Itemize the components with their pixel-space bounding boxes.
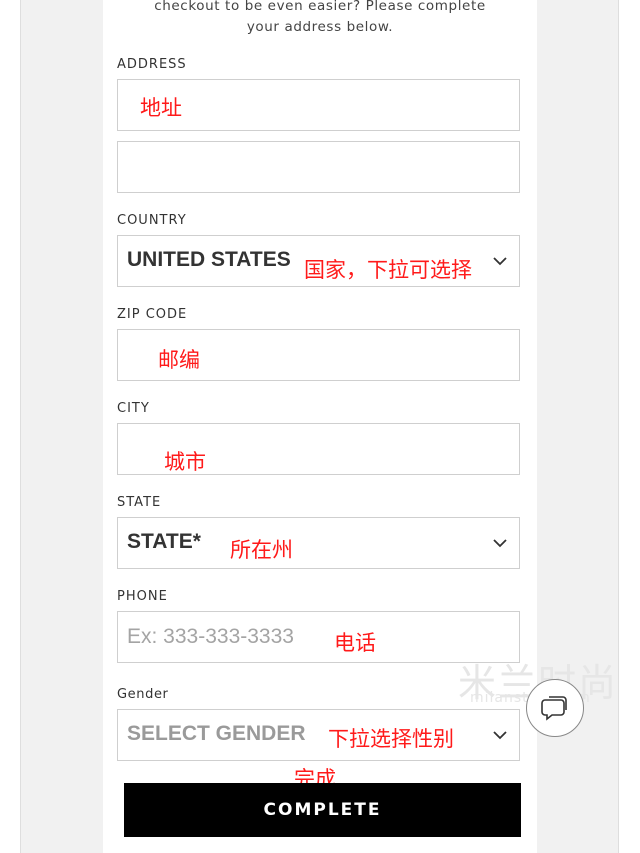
- gender-label: Gender: [117, 687, 169, 702]
- address-input[interactable]: 地址: [117, 79, 520, 131]
- intro-line-1: checkout to be even easier? Please compl…: [154, 0, 486, 14]
- state-select[interactable]: STATE* 所在州: [117, 517, 520, 569]
- state-value: STATE*: [127, 530, 201, 553]
- city-label: CITY: [117, 401, 150, 416]
- state-annotation: 所在州: [230, 538, 293, 562]
- country-label: COUNTRY: [117, 213, 187, 228]
- gender-select[interactable]: SELECT GENDER 下拉选择性别: [117, 709, 520, 761]
- state-label: STATE: [117, 495, 162, 510]
- country-select[interactable]: UNITED STATES 国家，下拉可选择: [117, 235, 520, 287]
- city-annotation: 城市: [164, 450, 206, 474]
- phone-placeholder: Ex: 333-333-3333: [127, 625, 294, 648]
- zip-annotation: 邮编: [158, 348, 200, 372]
- address-line2-input[interactable]: [117, 141, 520, 193]
- country-annotation: 国家，下拉可选择: [304, 258, 472, 282]
- chat-bubble-icon: [541, 696, 567, 721]
- zip-label: ZIP CODE: [117, 307, 188, 322]
- address-annotation: 地址: [140, 96, 182, 120]
- address-label: ADDRESS: [117, 57, 187, 72]
- chat-button[interactable]: [526, 679, 584, 737]
- gender-annotation: 下拉选择性别: [328, 727, 454, 751]
- intro-line-2: your address below.: [246, 19, 394, 35]
- chevron-down-icon: [493, 257, 507, 266]
- city-input[interactable]: 城市: [117, 423, 520, 475]
- phone-label: PHONE: [117, 589, 168, 604]
- gender-value: SELECT GENDER: [127, 722, 306, 745]
- zip-code-input[interactable]: 邮编: [117, 329, 520, 381]
- chevron-down-icon: [493, 731, 507, 740]
- country-value: UNITED STATES: [127, 248, 291, 271]
- intro-text: checkout to be even easier? Please compl…: [103, 0, 537, 38]
- complete-button[interactable]: COMPLETE: [124, 783, 521, 837]
- phone-annotation: 电话: [334, 631, 376, 655]
- chevron-down-icon: [493, 539, 507, 548]
